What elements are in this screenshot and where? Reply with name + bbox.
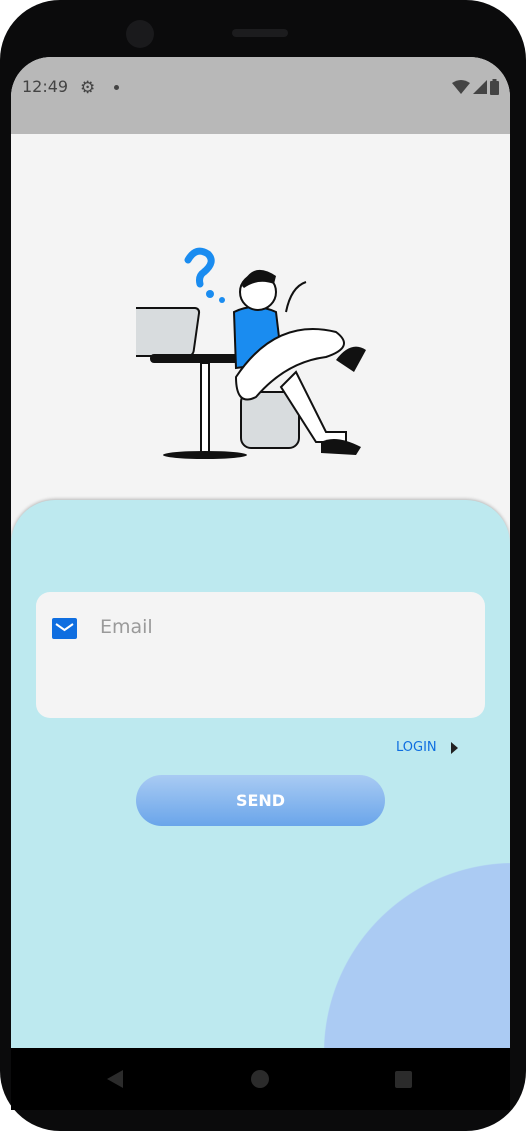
signal-icon bbox=[473, 80, 487, 94]
email-field-container[interactable] bbox=[36, 592, 485, 718]
battery-icon bbox=[490, 79, 499, 95]
status-bar: 12:49 ⚙ bbox=[11, 57, 510, 134]
screen: 12:49 ⚙ Email LOGIN SEND bbox=[11, 57, 510, 1048]
status-time: 12:49 bbox=[22, 77, 69, 96]
notification-dot-icon bbox=[114, 85, 119, 90]
login-label: LOGIN bbox=[396, 740, 437, 755]
login-link[interactable]: LOGIN bbox=[396, 740, 458, 755]
system-icons bbox=[452, 79, 499, 95]
email-input[interactable] bbox=[100, 616, 460, 638]
thinking-person-illustration bbox=[136, 247, 366, 459]
recents-icon[interactable] bbox=[395, 1071, 412, 1088]
send-button[interactable]: SEND bbox=[136, 775, 385, 826]
decorative-circle bbox=[324, 863, 510, 1048]
form-card: LOGIN SEND bbox=[11, 500, 510, 1048]
mail-icon bbox=[52, 618, 77, 639]
back-icon[interactable] bbox=[107, 1070, 123, 1088]
gear-icon: ⚙ bbox=[80, 78, 96, 98]
navigation-bar bbox=[11, 1048, 510, 1110]
phone-frame: 12:49 ⚙ Email LOGIN SEND bbox=[0, 0, 526, 1131]
wifi-icon bbox=[452, 80, 470, 94]
front-camera bbox=[126, 20, 154, 48]
home-icon[interactable] bbox=[251, 1070, 269, 1088]
earpiece-speaker bbox=[232, 29, 288, 37]
chevron-right-icon bbox=[450, 741, 458, 754]
